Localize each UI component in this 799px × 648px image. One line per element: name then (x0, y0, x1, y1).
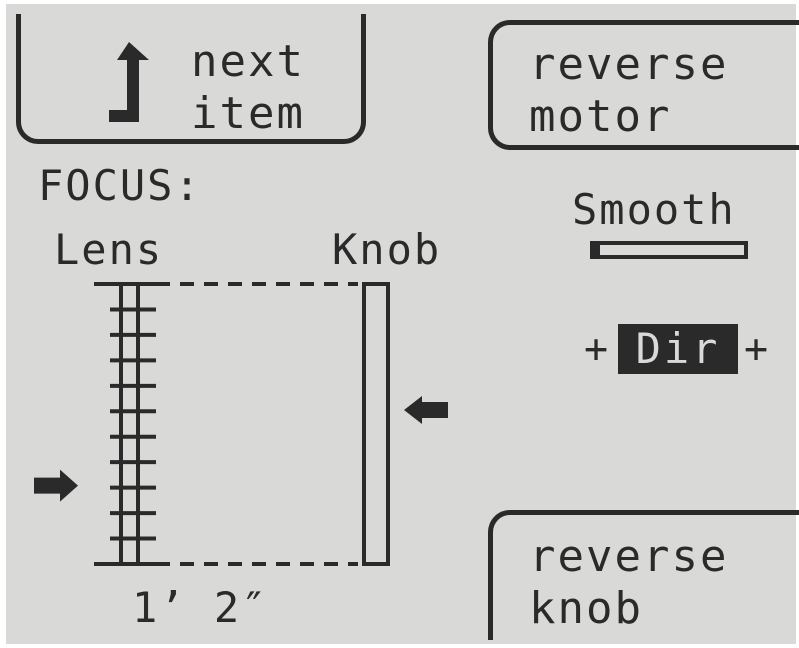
focus-distance: 1’ 2″ (132, 583, 269, 632)
reverse-motor-line1: reverse (529, 39, 729, 90)
next-item-button[interactable]: next item (16, 14, 366, 144)
knob-label: Knob (332, 225, 442, 274)
reverse-knob-line2: knob (529, 583, 643, 634)
dir-selector[interactable]: Dir (618, 324, 738, 374)
lens-label: Lens (54, 225, 164, 274)
dir-minus-sign[interactable]: + (584, 324, 608, 374)
reverse-knob-line1: reverse (529, 531, 729, 582)
focus-heading: FOCUS: (38, 161, 202, 210)
smooth-slider-track (590, 241, 748, 259)
next-item-line2: item (191, 88, 305, 139)
dir-plus-sign[interactable]: + (744, 324, 768, 374)
reverse-knob-button[interactable]: reverse knob (488, 510, 799, 640)
smooth-label: Smooth (572, 185, 736, 234)
next-item-line1: next (191, 36, 305, 87)
smooth-slider-fill (594, 245, 600, 255)
smooth-slider[interactable] (590, 238, 750, 262)
right-arrow-marker-icon (34, 469, 78, 502)
lens-scale-ticks (110, 307, 156, 541)
lcd-screen: next item reverse motor reverse knob FOC… (6, 4, 799, 644)
knob-bar (362, 282, 390, 566)
reverse-motor-button[interactable]: reverse motor (488, 20, 799, 150)
focus-gauge (34, 282, 448, 566)
reverse-motor-line2: motor (529, 91, 672, 142)
up-turn-arrow-icon (109, 42, 149, 122)
left-arrow-marker-icon (404, 396, 448, 424)
